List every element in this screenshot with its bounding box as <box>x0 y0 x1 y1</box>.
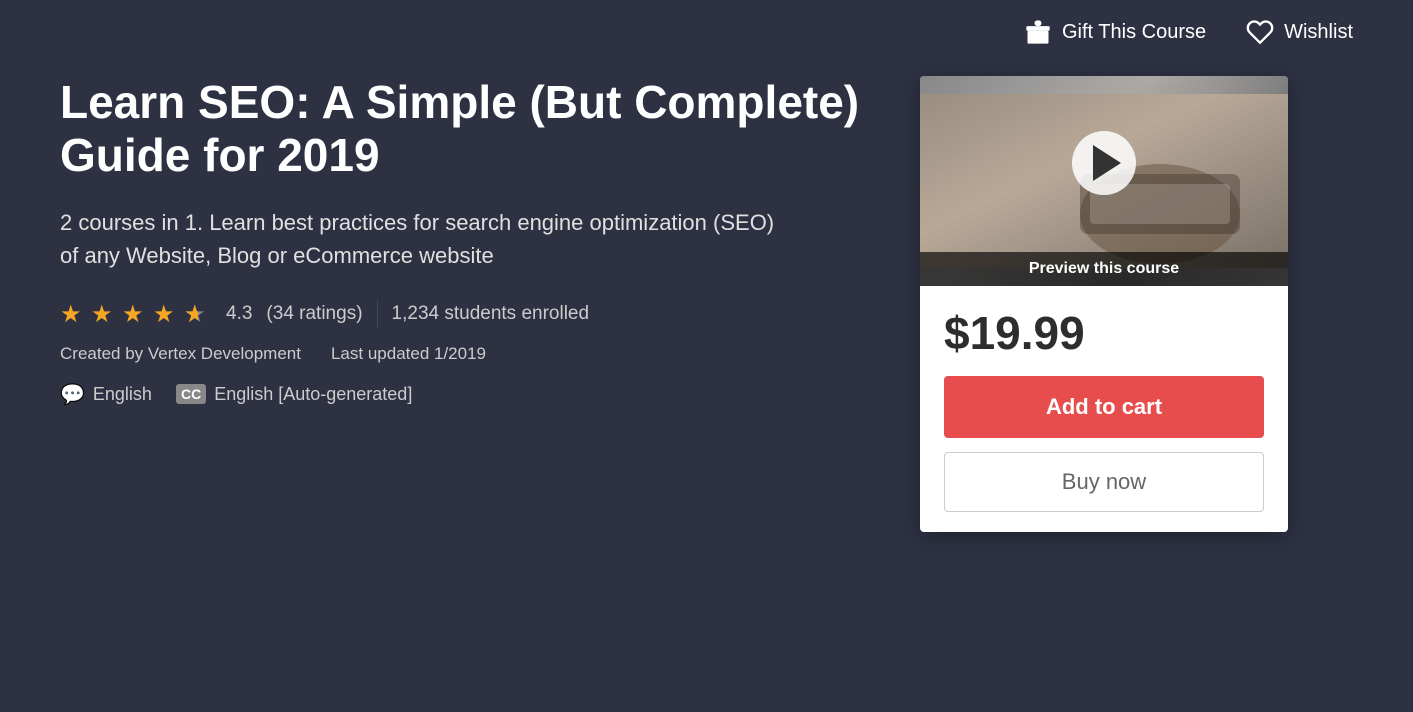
star-2: ★ <box>91 300 119 328</box>
rating-count: (34 ratings) <box>266 303 362 325</box>
language-label: English <box>93 384 152 405</box>
star-5-half: ★ ★ <box>184 300 212 328</box>
course-subtitle: 2 courses in 1. Learn best practices for… <box>60 206 780 272</box>
gift-label: Gift This Course <box>1062 21 1206 44</box>
play-button[interactable] <box>1072 131 1136 195</box>
created-by: Created by Vertex Development <box>60 344 301 364</box>
rating-row: ★ ★ ★ ★ ★ ★ 4.3 (34 ratings) 1,234 stude… <box>60 300 880 328</box>
wishlist-button[interactable]: Wishlist <box>1246 18 1353 46</box>
rating-value: 4.3 <box>226 303 252 325</box>
play-overlay[interactable] <box>920 76 1288 250</box>
main-content: Learn SEO: A Simple (But Complete) Guide… <box>0 56 1413 532</box>
students-enrolled: 1,234 students enrolled <box>392 303 590 325</box>
gift-icon <box>1024 18 1052 46</box>
course-info: Learn SEO: A Simple (But Complete) Guide… <box>60 76 880 532</box>
speech-bubble-icon: 💬 <box>60 382 85 407</box>
divider <box>377 300 378 328</box>
price: $19.99 <box>944 306 1264 360</box>
course-title: Learn SEO: A Simple (But Complete) Guide… <box>60 76 880 182</box>
buy-now-button[interactable]: Buy now <box>944 452 1264 512</box>
card-body: $19.99 Add to cart Buy now <box>920 286 1288 532</box>
meta-row: Created by Vertex Development Last updat… <box>60 344 880 364</box>
star-rating: ★ ★ ★ ★ ★ ★ <box>60 300 212 328</box>
captions-item: CC English [Auto-generated] <box>176 384 412 405</box>
last-updated: Last updated 1/2019 <box>331 344 486 364</box>
star-1: ★ <box>60 300 88 328</box>
language-item: 💬 English <box>60 382 152 407</box>
course-card: Preview this course $19.99 Add to cart B… <box>920 76 1288 532</box>
preview-label[interactable]: Preview this course <box>920 252 1288 286</box>
star-3: ★ <box>122 300 150 328</box>
cc-icon: CC <box>176 384 206 404</box>
language-row: 💬 English CC English [Auto-generated] <box>60 382 880 407</box>
captions-label: English [Auto-generated] <box>214 384 412 405</box>
heart-icon <box>1246 18 1274 46</box>
top-bar: Gift This Course Wishlist <box>0 0 1413 56</box>
star-4: ★ <box>153 300 181 328</box>
wishlist-label: Wishlist <box>1284 21 1353 44</box>
course-preview[interactable]: Preview this course <box>920 76 1288 286</box>
add-to-cart-button[interactable]: Add to cart <box>944 376 1264 438</box>
gift-this-course-button[interactable]: Gift This Course <box>1024 18 1206 46</box>
